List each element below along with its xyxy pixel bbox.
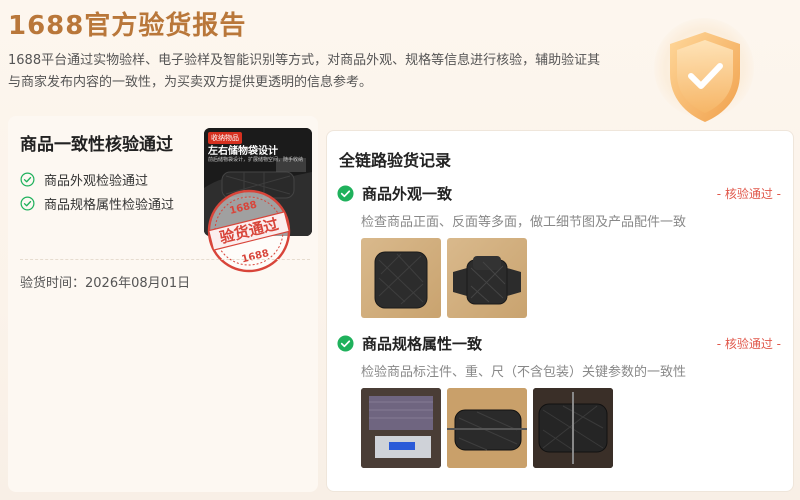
thumb-headline: 左右储物袋设计 bbox=[208, 146, 278, 157]
check-item-appearance: 商品外观检验通过 bbox=[20, 170, 148, 189]
description-line-2: 与商家发布内容的一致性，为买卖双方提供更透明的信息参考。 bbox=[8, 75, 373, 90]
check-label: 商品外观检验通过 bbox=[44, 174, 149, 189]
summary-title: 商品一致性核验通过 bbox=[20, 135, 173, 155]
spec-photos bbox=[361, 388, 613, 468]
thumb-subtext: 前后储物袋设计，扩展储物空间，随手收纳 bbox=[208, 157, 304, 163]
photo-thumbnail[interactable] bbox=[447, 238, 527, 318]
check-label: 商品规格属性检验通过 bbox=[44, 198, 175, 213]
section-status: - 核验通过 - bbox=[716, 337, 781, 351]
shield-check-icon bbox=[670, 32, 740, 122]
photo-thumbnail[interactable] bbox=[361, 238, 441, 318]
full-chain-inspection-panel: 全链路验货记录 商品外观一致 - 核验通过 - 检查商品正面、反面等多面，做工细… bbox=[326, 130, 794, 492]
divider bbox=[20, 259, 310, 260]
check-circle-filled-icon bbox=[337, 335, 354, 352]
section-spec-header: 商品规格属性一致 - 核验通过 - bbox=[337, 333, 787, 354]
section-title: 商品外观一致 bbox=[362, 185, 453, 203]
section-description: 检查商品正面、反面等多面，做工细节图及产品配件一致 bbox=[361, 215, 687, 230]
section-status: - 核验通过 - bbox=[716, 187, 781, 201]
photo-thumbnail[interactable] bbox=[361, 388, 441, 468]
shield-badge bbox=[640, 18, 770, 128]
check-circle-filled-icon bbox=[337, 185, 354, 202]
description-line-1: 1688平台通过实物验样、电子验样及智能识别等方式，对商品外观、规格等信息进行核… bbox=[8, 53, 601, 68]
report-header: 1688官方验货报告 1688平台通过实物验样、电子验样及智能识别等方式，对商品… bbox=[8, 6, 668, 94]
inspection-passed-stamp: 1688 验货通过 1688 bbox=[207, 189, 291, 273]
photo-thumbnail[interactable] bbox=[447, 388, 527, 468]
check-circle-icon bbox=[20, 196, 35, 211]
inspection-time: 验货时间：2026年08月01日 bbox=[20, 276, 191, 291]
photo-thumbnail[interactable] bbox=[533, 388, 613, 468]
check-circle-icon bbox=[20, 172, 35, 187]
section-description: 检验商品标注件、重、尺（不含包装）关键参数的一致性 bbox=[361, 365, 687, 380]
page-title: 1688官方验货报告 bbox=[8, 11, 247, 41]
consistency-summary-panel: 商品一致性核验通过 商品外观检验通过 商品规格属性检验通过 收纳物品 左右储物袋… bbox=[8, 116, 318, 492]
section-appearance-header: 商品外观一致 - 核验通过 - bbox=[337, 183, 787, 204]
check-item-spec: 商品规格属性检验通过 bbox=[20, 194, 174, 213]
page-description: 1688平台通过实物验样、电子验样及智能识别等方式，对商品外观、规格等信息进行核… bbox=[8, 50, 668, 94]
section-title: 商品规格属性一致 bbox=[362, 335, 483, 353]
records-title: 全链路验货记录 bbox=[339, 151, 452, 170]
appearance-photos bbox=[361, 238, 527, 318]
